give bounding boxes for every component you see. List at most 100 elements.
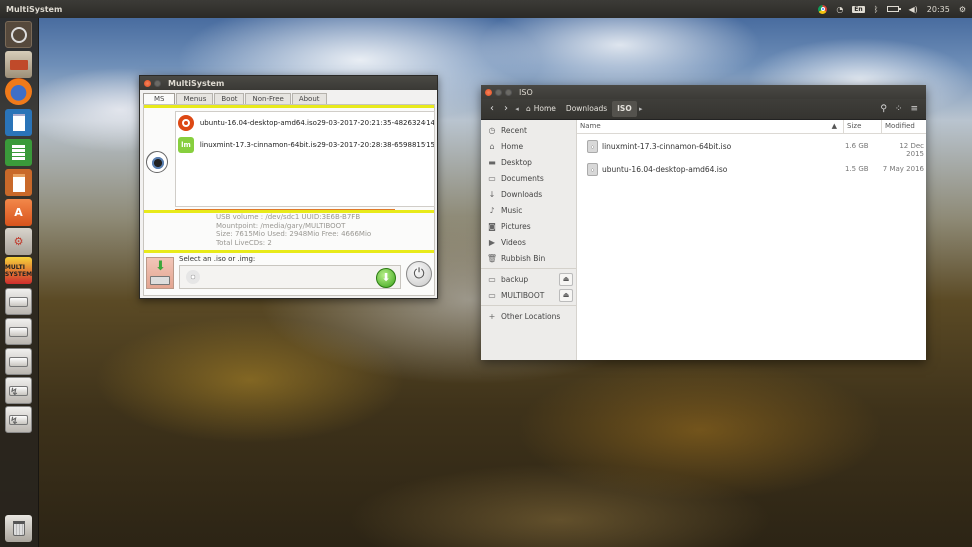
maximize-button[interactable] — [505, 88, 512, 96]
multisystem-titlebar[interactable]: MultiSystem — [140, 76, 437, 90]
power-icon[interactable]: ⏻ — [406, 261, 432, 287]
files-icon[interactable] — [5, 51, 32, 78]
keyboard-layout-indicator[interactable]: En — [852, 5, 865, 13]
iso-list[interactable]: ubuntu-16.04-desktop-amd64.iso 29-03-201… — [175, 111, 435, 207]
sidebar-item-label: MULTIBOOT — [501, 290, 545, 300]
sidebar-item-backup[interactable]: ▭ backup ⏏ — [481, 272, 576, 286]
system-menu-gear-icon[interactable]: ⚙ — [959, 5, 966, 14]
sidebar-item-downloads[interactable]: ↓ Downloads — [481, 187, 576, 201]
firefox-icon[interactable] — [5, 78, 32, 105]
list-item[interactable]: linuxmint-17.3-cinnamon-64bit.iso 29-03-… — [176, 135, 434, 155]
document-icon: ▭ — [488, 173, 496, 183]
close-button[interactable] — [144, 79, 151, 87]
drive-icon[interactable] — [5, 288, 32, 315]
eject-icon[interactable]: ⏏ — [559, 273, 573, 286]
sidebar-item-label: Desktop — [501, 157, 532, 167]
drive-icon[interactable] — [5, 348, 32, 375]
multisystem-window: MultiSystem MS Menus Boot Non-Free About… — [139, 75, 438, 299]
libreoffice-impress-icon[interactable] — [5, 169, 32, 196]
sidebar-item-other-locations[interactable]: + Other Locations — [481, 309, 576, 323]
eject-icon[interactable]: ⏏ — [559, 289, 573, 302]
chevron-right-icon[interactable]: ▸ — [637, 105, 645, 113]
libreoffice-calc-icon[interactable] — [5, 139, 32, 166]
tab-menus[interactable]: Menus — [176, 93, 214, 104]
home-icon: ⌂ — [526, 104, 531, 113]
breadcrumb-iso[interactable]: ISO — [612, 101, 637, 117]
folder-icon: ▬ — [488, 157, 496, 167]
usb-drive-icon[interactable] — [5, 406, 32, 433]
drive-icon: ▭ — [488, 290, 496, 300]
chrome-indicator-icon[interactable] — [818, 4, 828, 14]
files-toolbar: ‹ › ◂ ⌂ Home Downloads ISO ▸ ⚲ ⁘ ≡ — [481, 99, 926, 120]
tab-boot[interactable]: Boot — [214, 93, 245, 104]
forward-button[interactable]: › — [499, 101, 513, 117]
close-button[interactable] — [485, 88, 492, 96]
chevron-left-icon[interactable]: ◂ — [513, 105, 521, 113]
breadcrumb-downloads[interactable]: Downloads — [561, 101, 612, 117]
clock[interactable]: 20:35 — [927, 5, 950, 14]
tab-non-free[interactable]: Non-Free — [245, 93, 291, 104]
breadcrumb-label: Home — [533, 104, 556, 113]
add-iso-button[interactable]: ⬇ — [376, 268, 396, 288]
sidebar-item-documents[interactable]: ▭ Documents — [481, 171, 576, 185]
usb-drive-icon[interactable] — [5, 377, 32, 404]
sidebar-item-pictures[interactable]: ◙ Pictures — [481, 219, 576, 233]
minimize-button[interactable] — [154, 79, 161, 87]
drive-icon[interactable] — [5, 318, 32, 345]
eye-icon[interactable] — [146, 151, 168, 173]
column-header-size[interactable]: Size — [844, 120, 882, 133]
sidebar-item-label: Documents — [501, 173, 544, 183]
sidebar-item-desktop[interactable]: ▬ Desktop — [481, 155, 576, 169]
column-header-modified[interactable]: Modified — [882, 120, 926, 133]
column-header-name[interactable]: Name ▲ — [577, 120, 844, 133]
sidebar-item-label: Downloads — [501, 189, 543, 199]
disc-icon — [186, 270, 200, 284]
file-list: Name ▲ Size Modified linuxmint-17.3-cinna… — [577, 120, 926, 360]
menu-icon[interactable]: ≡ — [910, 104, 918, 114]
iso-name: ubuntu-16.04-desktop-amd64.iso — [199, 119, 317, 127]
back-button[interactable]: ‹ — [485, 101, 499, 117]
libreoffice-writer-icon[interactable] — [5, 109, 32, 136]
files-titlebar[interactable]: ISO — [481, 85, 926, 99]
list-item[interactable]: ubuntu-16.04-desktop-amd64.iso 29-03-201… — [176, 113, 434, 133]
trash-icon[interactable] — [5, 515, 32, 542]
minimize-button[interactable] — [495, 88, 502, 96]
usb-info: USB volume : /dev/sdc1 UUID:3E6B-B7FB Mo… — [216, 213, 371, 247]
column-label: Name — [580, 122, 601, 130]
tab-about[interactable]: About — [291, 93, 327, 104]
size-text: Size: 7615Mio Used: 2948Mio Free: 4666Mi… — [216, 230, 372, 238]
dash-icon[interactable] — [5, 21, 32, 48]
system-settings-icon[interactable]: ⚙ — [5, 228, 32, 255]
drop-iso-icon[interactable] — [146, 257, 174, 289]
view-grid-icon[interactable]: ⁘ — [895, 104, 903, 114]
file-modified: 12 Dec 2015 — [899, 142, 924, 158]
select-iso-label: Select an .iso or .img: — [179, 255, 256, 263]
sidebar-item-music[interactable]: ♪ Music — [481, 203, 576, 217]
sidebar-item-home[interactable]: ⌂ Home — [481, 139, 576, 153]
sidebar-item-label: Videos — [501, 237, 526, 247]
multisystem-icon[interactable]: MULTI SYSTEM — [5, 257, 32, 284]
active-app-title: MultiSystem — [6, 4, 63, 14]
battery-icon[interactable] — [887, 6, 902, 12]
file-size: 1.5 GB — [845, 165, 869, 173]
sidebar-item-videos[interactable]: ▶ Videos — [481, 235, 576, 249]
tab-ms[interactable]: MS — [143, 93, 176, 104]
wifi-icon[interactable]: ◔ — [836, 5, 843, 14]
volume-icon[interactable]: ◀) — [908, 5, 917, 14]
search-icon[interactable]: ⚲ — [880, 104, 887, 114]
sidebar-item-multiboot[interactable]: ▭ MULTIBOOT ⏏ — [481, 288, 576, 302]
table-row[interactable]: linuxmint-17.3-cinnamon-64bit.iso 1.6 GB… — [577, 136, 926, 158]
sidebar-item-rubbish-bin[interactable]: 🗑 Rubbish Bin — [481, 251, 576, 265]
clock-icon: ◷ — [488, 125, 496, 135]
bluetooth-icon[interactable]: ᛒ — [874, 5, 879, 14]
breadcrumb-home[interactable]: ⌂ Home — [521, 101, 561, 117]
download-icon: ↓ — [488, 189, 496, 199]
iso-path-input[interactable] — [204, 269, 378, 287]
sidebar-item-recent[interactable]: ◷ Recent — [481, 123, 576, 137]
linuxmint-icon — [178, 137, 194, 153]
drive-icon: ▭ — [488, 274, 496, 284]
iso-date: 29-03-2017-20:21:35-482632463 — [316, 119, 427, 127]
iso-date: 29-03-2017-20:28:38-659881598 — [316, 141, 427, 149]
software-center-icon[interactable]: A — [5, 199, 32, 226]
table-row[interactable]: ubuntu-16.04-desktop-amd64.iso 1.5 GB 7 … — [577, 159, 926, 181]
